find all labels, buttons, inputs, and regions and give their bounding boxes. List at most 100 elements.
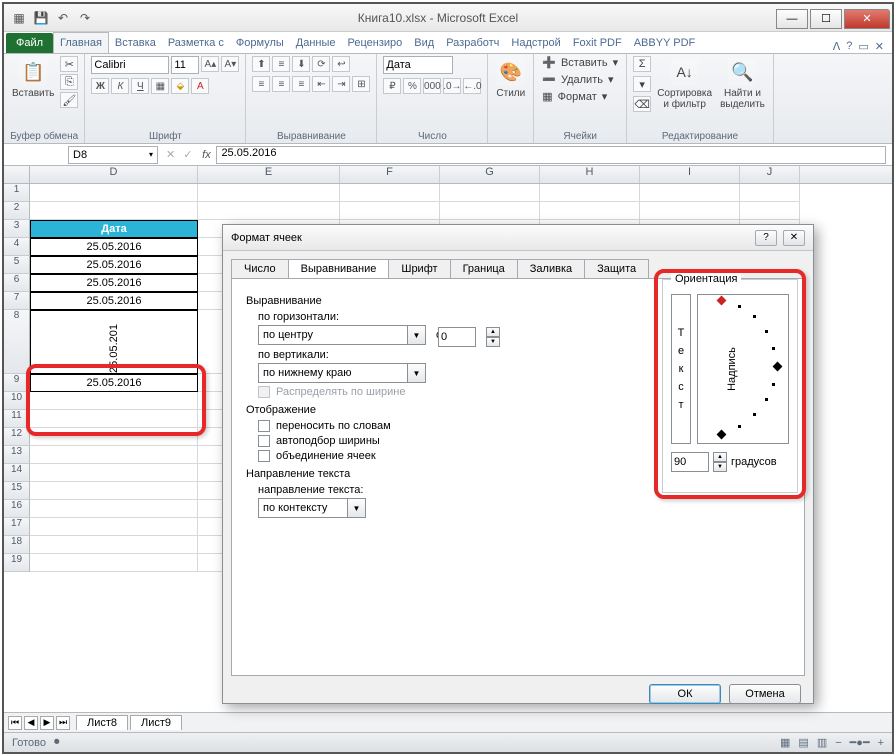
align-right-icon[interactable]: ≡ — [292, 76, 310, 92]
formula-input[interactable]: 25.05.2016 — [216, 146, 886, 164]
fx-icon[interactable]: fx — [196, 149, 216, 161]
cell[interactable] — [198, 184, 340, 202]
insert-cells-button[interactable]: ➕ Вставить ▾ — [540, 56, 620, 69]
tab-foxit[interactable]: Foxit PDF — [567, 33, 628, 53]
col-header-j[interactable]: J — [740, 166, 800, 183]
cell[interactable]: Дата — [30, 220, 198, 238]
undo-icon[interactable]: ↶ — [54, 9, 72, 27]
spin-down-icon[interactable]: ▼ — [713, 462, 727, 472]
align-left-icon[interactable]: ≡ — [252, 76, 270, 92]
enter-formula-icon[interactable]: ✓ — [179, 148, 196, 161]
cell[interactable] — [30, 518, 198, 536]
sheet-nav-first-icon[interactable]: ⏮ — [8, 716, 22, 730]
border-icon[interactable]: ▦ — [151, 78, 169, 94]
text-direction-combo[interactable] — [258, 498, 348, 518]
row-header[interactable]: 18 — [4, 536, 30, 554]
cell[interactable] — [30, 184, 198, 202]
dialog-tab-border[interactable]: Граница — [450, 259, 518, 278]
cell[interactable]: 25.05.2016 — [30, 256, 198, 274]
delete-cells-button[interactable]: ➖ Удалить ▾ — [540, 73, 620, 86]
cell[interactable] — [30, 482, 198, 500]
view-normal-icon[interactable]: ▦ — [780, 736, 790, 749]
ok-button[interactable]: ОК — [649, 684, 721, 704]
cell[interactable] — [640, 202, 740, 220]
col-header-f[interactable]: F — [340, 166, 440, 183]
sheet-tab-1[interactable]: Лист9 — [130, 715, 182, 730]
cell[interactable] — [740, 202, 800, 220]
chevron-down-icon[interactable]: ▼ — [408, 325, 426, 345]
tab-developer[interactable]: Разработч — [440, 33, 505, 53]
tab-formulas[interactable]: Формулы — [230, 33, 290, 53]
row-header[interactable]: 19 — [4, 554, 30, 572]
row-header[interactable]: 7 — [4, 292, 30, 310]
cell[interactable] — [30, 202, 198, 220]
grow-font-icon[interactable]: A▴ — [201, 56, 219, 72]
zoom-in-icon[interactable]: + — [878, 737, 884, 749]
merge-icon[interactable]: ⊞ — [352, 76, 370, 92]
cancel-formula-icon[interactable]: ✕ — [162, 148, 179, 161]
row-header[interactable]: 8 — [4, 310, 30, 374]
window-controls-icon[interactable]: ▭ — [858, 40, 868, 53]
row-header[interactable]: 10 — [4, 392, 30, 410]
cell[interactable] — [30, 392, 198, 410]
styles-button[interactable]: 🎨 Стили — [494, 56, 527, 101]
row-header[interactable]: 13 — [4, 446, 30, 464]
close-doc-icon[interactable]: ✕ — [875, 40, 884, 53]
cell[interactable] — [740, 184, 800, 202]
cell[interactable] — [30, 554, 198, 572]
dialog-help-button[interactable]: ? — [755, 230, 777, 246]
macro-record-icon[interactable]: ⏺ — [54, 736, 60, 749]
orientation-dial[interactable]: Надпись — [697, 294, 789, 444]
cell[interactable] — [30, 428, 198, 446]
cell[interactable] — [440, 202, 540, 220]
row-header[interactable]: 3 — [4, 220, 30, 238]
cell[interactable] — [640, 184, 740, 202]
indent-spinner[interactable] — [438, 327, 476, 347]
v-align-combo[interactable] — [258, 363, 408, 383]
zoom-out-icon[interactable]: − — [835, 737, 841, 749]
tab-abbyy[interactable]: ABBYY PDF — [628, 33, 702, 53]
percent-icon[interactable]: % — [403, 78, 421, 94]
row-header[interactable]: 4 — [4, 238, 30, 256]
minimize-button[interactable]: — — [776, 9, 808, 29]
orientation-icon[interactable]: ⟳ — [312, 56, 330, 72]
view-layout-icon[interactable]: ▤ — [798, 736, 808, 749]
chevron-down-icon[interactable]: ▼ — [408, 363, 426, 383]
spin-up-icon[interactable]: ▲ — [486, 327, 500, 337]
col-header-i[interactable]: I — [640, 166, 740, 183]
sheet-nav-next-icon[interactable]: ▶ — [40, 716, 54, 730]
cell[interactable] — [30, 500, 198, 518]
spin-down-icon[interactable]: ▼ — [486, 337, 500, 347]
italic-icon[interactable]: К — [111, 78, 129, 94]
tab-home[interactable]: Главная — [53, 32, 109, 53]
help-icon[interactable]: ? — [846, 40, 852, 53]
cell[interactable] — [340, 184, 440, 202]
cell[interactable]: 25.05.2016 — [30, 238, 198, 256]
font-color-icon[interactable]: A — [191, 78, 209, 94]
chevron-down-icon[interactable]: ▼ — [348, 498, 366, 518]
col-header-e[interactable]: E — [198, 166, 340, 183]
select-all-corner[interactable] — [4, 166, 30, 183]
row-header[interactable]: 17 — [4, 518, 30, 536]
col-header-g[interactable]: G — [440, 166, 540, 183]
close-button[interactable]: ✕ — [844, 9, 890, 29]
col-header-h[interactable]: H — [540, 166, 640, 183]
tab-addins[interactable]: Надстрой — [505, 33, 566, 53]
vertical-text-button[interactable]: Т е к с т — [671, 294, 691, 444]
cell[interactable]: 25.05.2016 — [30, 374, 198, 392]
cell[interactable] — [30, 464, 198, 482]
zoom-slider[interactable]: ━●━ — [850, 736, 870, 749]
bold-icon[interactable]: Ж — [91, 78, 109, 94]
shrink-font-icon[interactable]: A▾ — [221, 56, 239, 72]
row-header[interactable]: 15 — [4, 482, 30, 500]
view-pagebreak-icon[interactable]: ▥ — [817, 736, 827, 749]
row-header[interactable]: 14 — [4, 464, 30, 482]
maximize-button[interactable]: ☐ — [810, 9, 842, 29]
increase-indent-icon[interactable]: ⇥ — [332, 76, 350, 92]
autosum-icon[interactable]: Σ — [633, 56, 651, 72]
cell[interactable]: 25.05.2016 — [30, 274, 198, 292]
name-box[interactable]: D8▾ — [68, 146, 158, 164]
underline-icon[interactable]: Ч — [131, 78, 149, 94]
tab-view[interactable]: Вид — [408, 33, 440, 53]
align-top-icon[interactable]: ⬆ — [252, 56, 270, 72]
